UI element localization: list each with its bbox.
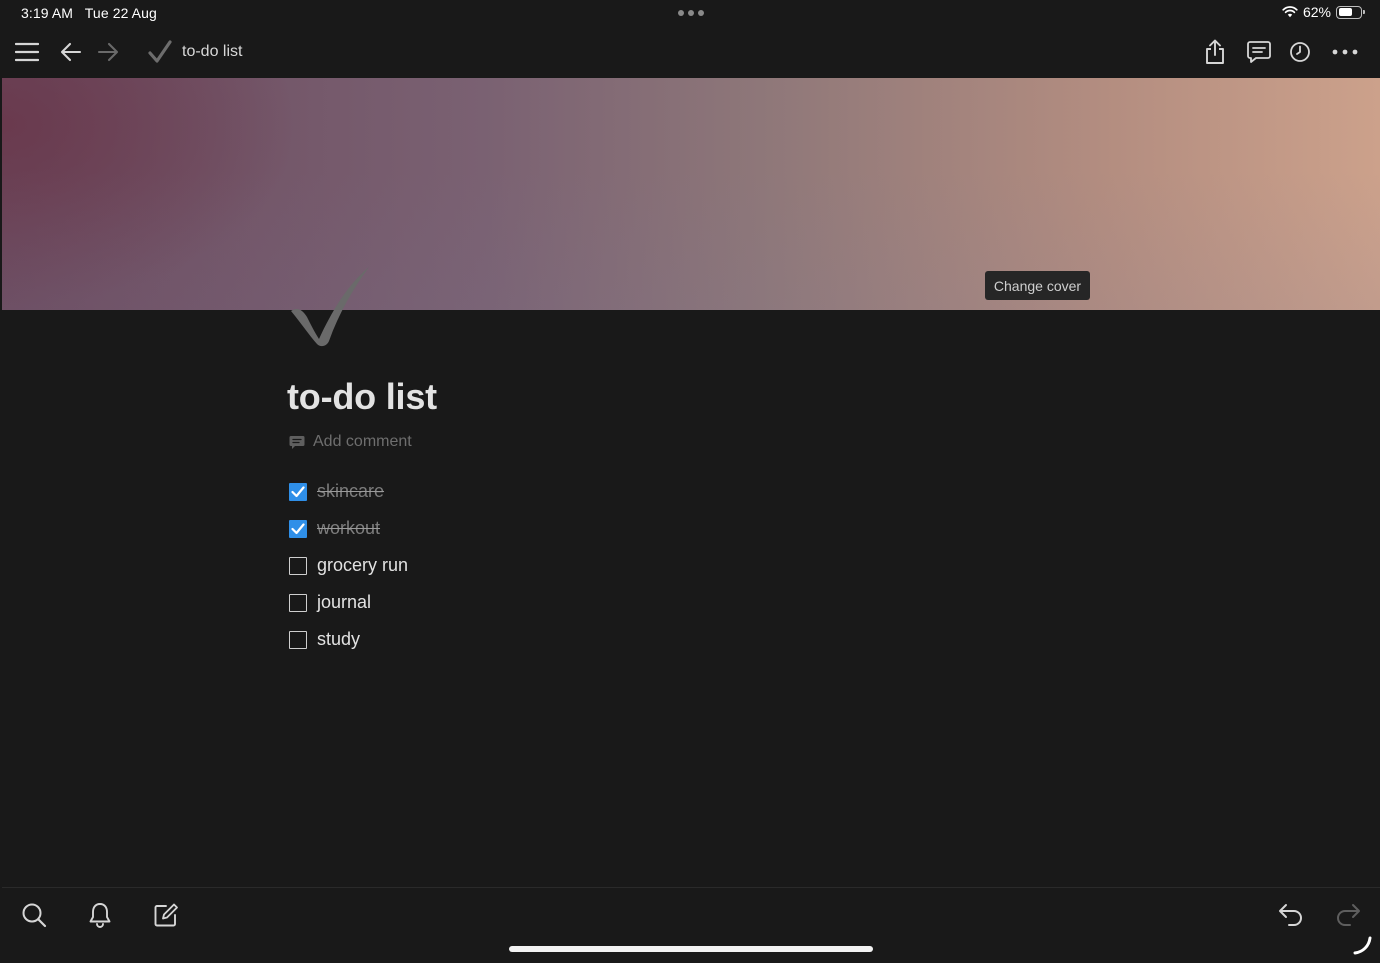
todo-item: study (289, 621, 408, 658)
todo-checkbox[interactable] (289, 482, 307, 501)
check-icon (291, 485, 305, 497)
redo-icon (1337, 904, 1360, 926)
todo-item: workout (289, 510, 408, 547)
todo-text[interactable]: skincare (317, 481, 384, 502)
multitasking-dots[interactable] (678, 10, 704, 16)
status-time: 3:19 AM Tue 22 Aug (21, 5, 157, 21)
top-toolbar: to-do list (0, 26, 1380, 78)
search-button[interactable] (18, 899, 50, 931)
more-button[interactable] (1330, 37, 1360, 67)
checkmark-icon[interactable] (285, 263, 375, 349)
compose-icon (154, 903, 178, 927)
todo-text[interactable]: study (317, 629, 360, 650)
page-cover[interactable] (2, 78, 1380, 310)
share-icon (1206, 39, 1224, 64)
status-time-value: 3:19 AM (21, 5, 74, 21)
bell-icon (89, 903, 111, 928)
status-bar: 3:19 AM Tue 22 Aug 62% (0, 0, 1380, 26)
resize-handle-icon[interactable] (1352, 935, 1372, 955)
todo-text[interactable]: journal (317, 592, 371, 613)
todo-checkbox[interactable] (289, 593, 307, 612)
share-button[interactable] (1200, 37, 1230, 67)
battery-fill (1338, 8, 1352, 16)
breadcrumb[interactable]: to-do list (148, 39, 242, 65)
comments-button[interactable] (1244, 37, 1274, 67)
wifi-icon (1282, 6, 1298, 18)
add-comment-button[interactable]: Add comment (289, 433, 412, 451)
back-arrow-icon (60, 42, 82, 62)
new-page-button[interactable] (150, 899, 182, 931)
todo-checkbox[interactable] (289, 556, 307, 575)
checkmark-icon (148, 40, 172, 63)
todo-checkbox[interactable] (289, 519, 307, 538)
notifications-button[interactable] (84, 899, 116, 931)
comment-icon (289, 435, 305, 449)
menu-icon (15, 42, 39, 62)
todo-text[interactable]: workout (317, 518, 380, 539)
battery-percent: 62% (1302, 4, 1331, 20)
page-title[interactable]: to-do list (287, 376, 437, 418)
menu-button[interactable] (12, 37, 42, 67)
search-icon (22, 903, 47, 928)
todo-item: journal (289, 584, 408, 621)
add-comment-label: Add comment (313, 433, 412, 450)
todo-item: skincare (289, 473, 408, 510)
forward-button[interactable] (93, 37, 123, 67)
todo-checkbox[interactable] (289, 630, 307, 649)
history-icon (1290, 42, 1310, 62)
forward-arrow-icon (97, 42, 119, 62)
more-icon (1332, 49, 1358, 55)
change-cover-button[interactable]: Change cover (985, 271, 1090, 300)
comments-icon (1247, 41, 1271, 63)
undo-icon (1279, 904, 1302, 926)
status-right: 62% (1282, 4, 1365, 20)
battery-icon (1336, 5, 1365, 19)
check-icon (291, 522, 305, 534)
redo-button[interactable] (1332, 899, 1364, 931)
breadcrumb-title: to-do list (182, 43, 243, 60)
back-button[interactable] (56, 37, 86, 67)
undo-button[interactable] (1275, 899, 1307, 931)
status-date-value: Tue 22 Aug (84, 5, 157, 21)
home-indicator[interactable] (509, 946, 873, 952)
history-button[interactable] (1285, 37, 1315, 67)
todo-list: skincare workout grocery run journal stu… (289, 473, 408, 658)
todo-text[interactable]: grocery run (317, 555, 408, 576)
todo-item: grocery run (289, 547, 408, 584)
